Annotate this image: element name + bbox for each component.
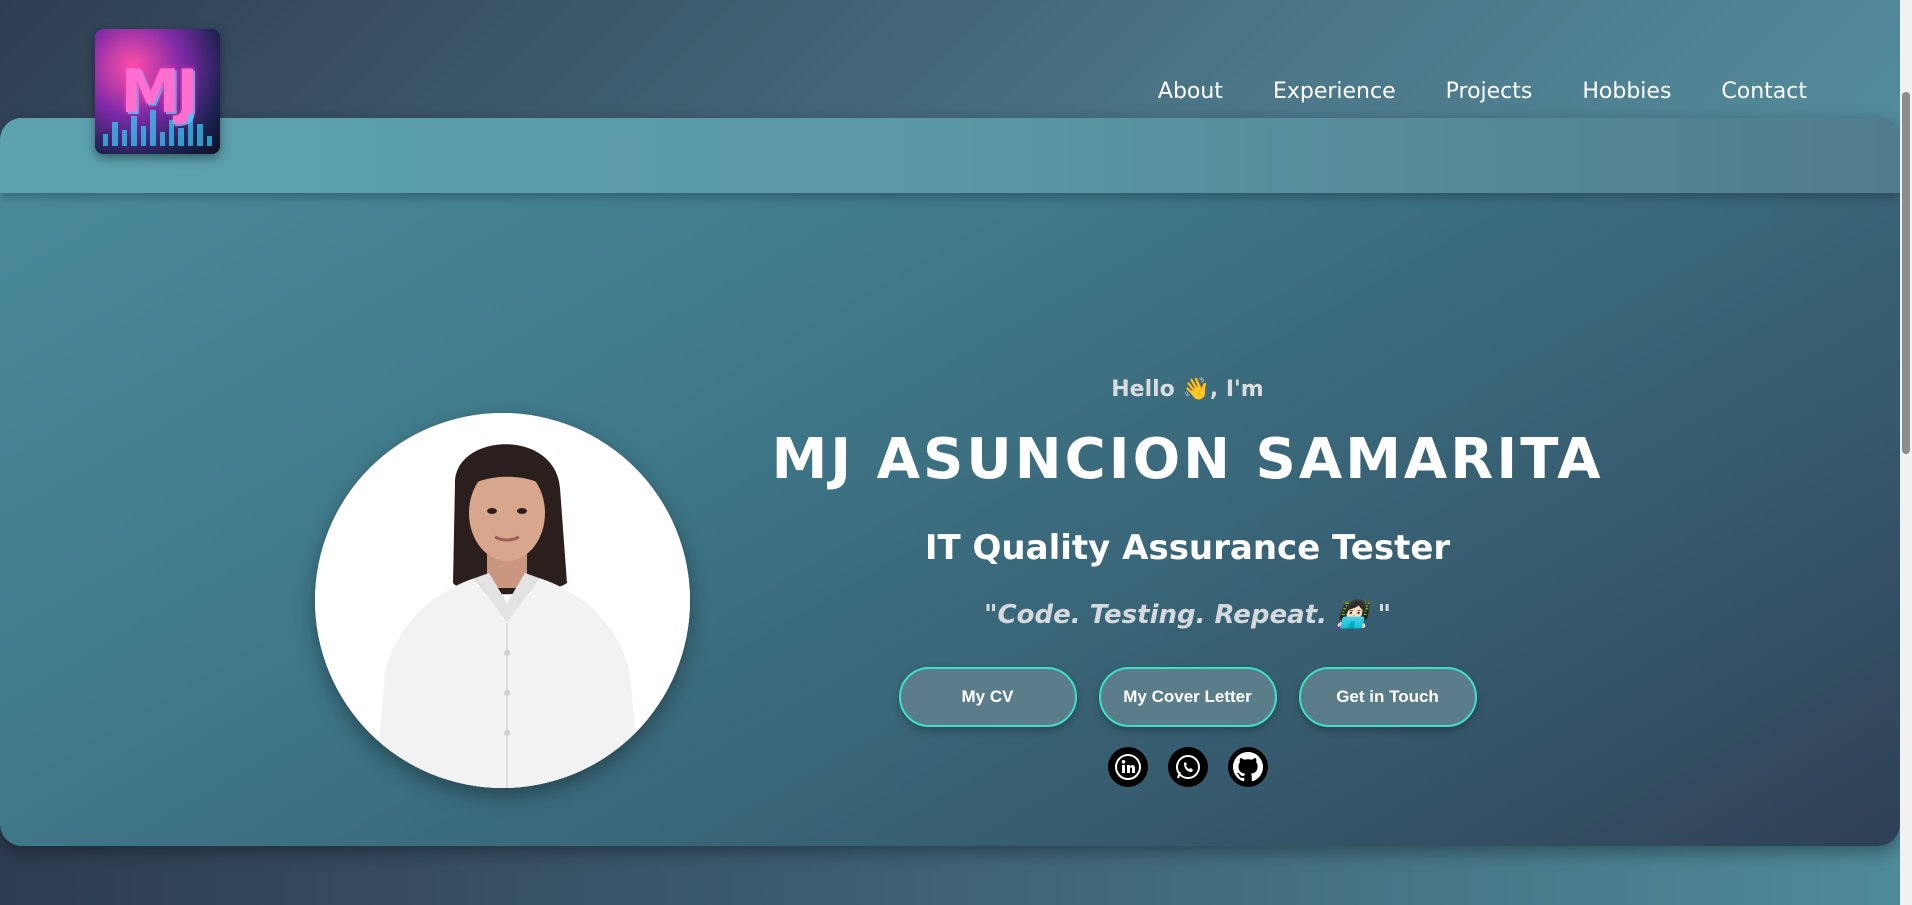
page-scrollbar[interactable]: [1900, 0, 1912, 905]
greeting: Hello 👋, I'm: [1111, 377, 1264, 402]
cover-letter-button[interactable]: My Cover Letter: [1098, 667, 1277, 727]
site-logo[interactable]: MJ: [95, 29, 220, 154]
nav-item-about[interactable]: About: [1158, 79, 1223, 104]
hero-section: Hello 👋, I'm MJ ASUNCION SAMARITA IT Qua…: [0, 118, 1900, 846]
hero-content: Hello 👋, I'm MJ ASUNCION SAMARITA IT Qua…: [700, 373, 1675, 787]
nav-item-hobbies[interactable]: Hobbies: [1582, 79, 1671, 104]
job-title: IT Quality Assurance Tester: [924, 528, 1451, 568]
tagline: "Code. Testing. Repeat. 👩🏻‍💻 ": [983, 600, 1392, 630]
scrollbar-thumb[interactable]: [1902, 92, 1910, 454]
profile-photo-illustration: [315, 413, 690, 788]
nav-item-projects[interactable]: Projects: [1446, 79, 1533, 104]
github-icon[interactable]: [1227, 747, 1268, 787]
main-nav: About Experience Projects Hobbies Contac…: [1158, 79, 1807, 104]
nav-item-contact[interactable]: Contact: [1721, 79, 1807, 104]
header-band: [0, 118, 1900, 193]
get-in-touch-button[interactable]: Get in Touch: [1298, 667, 1477, 727]
social-links: [700, 747, 1675, 787]
logo-decoration: [103, 106, 213, 146]
cv-button[interactable]: My CV: [898, 667, 1077, 727]
linkedin-icon[interactable]: [1107, 747, 1148, 787]
whatsapp-icon[interactable]: [1167, 747, 1208, 787]
hero-name: MJ ASUNCION SAMARITA: [771, 427, 1604, 492]
nav-item-experience[interactable]: Experience: [1273, 79, 1396, 104]
profile-photo: [315, 413, 690, 788]
cta-buttons: My CV My Cover Letter Get in Touch: [700, 667, 1675, 727]
